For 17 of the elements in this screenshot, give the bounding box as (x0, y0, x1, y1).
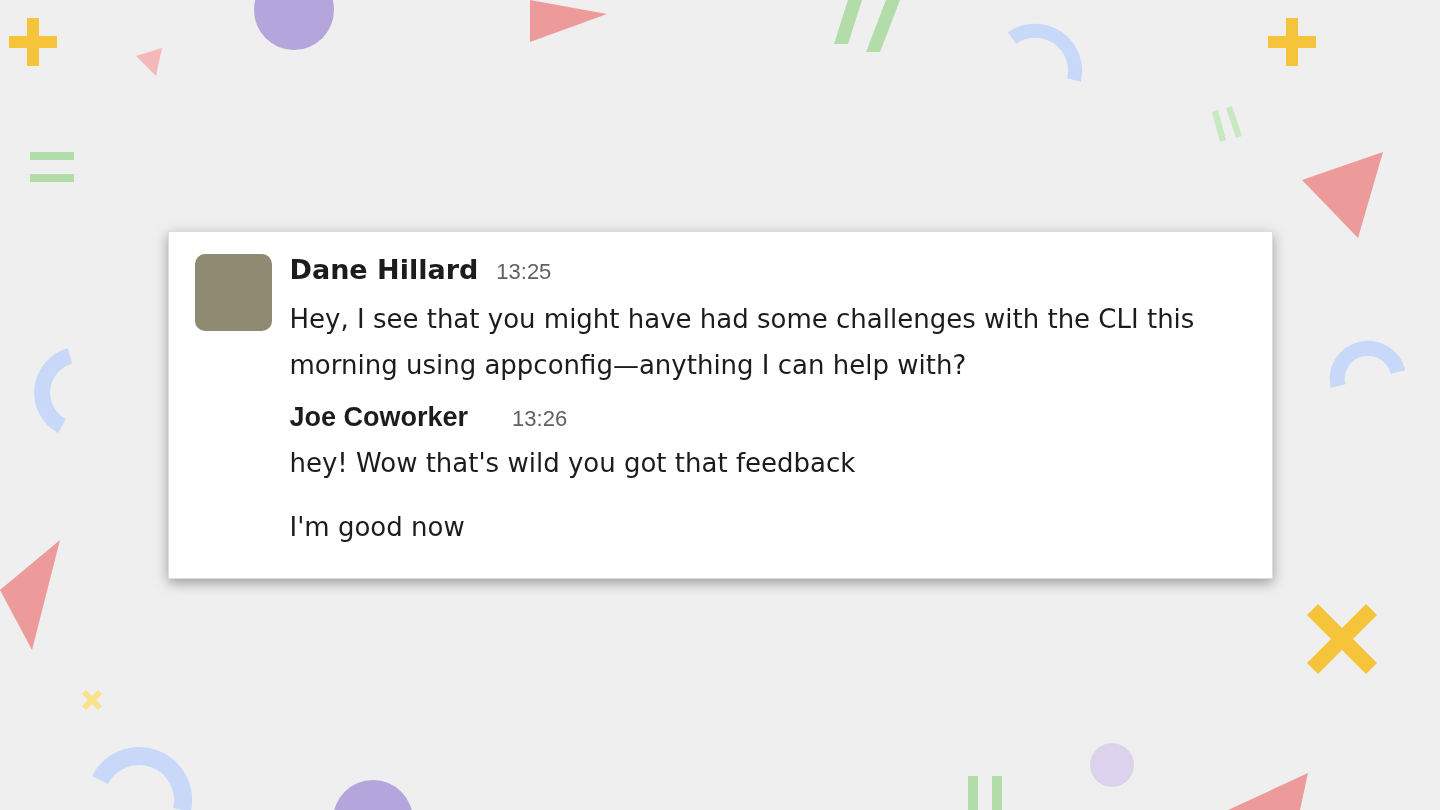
cross-shape (82, 690, 102, 710)
plus-shape (1268, 18, 1316, 66)
circle-shape (1090, 743, 1134, 787)
plus-shape (9, 18, 57, 66)
message-text: hey! Wow that's wild you got that feedback (289, 447, 857, 480)
double-bar-shape (834, 0, 900, 52)
double-bar-shape (1212, 106, 1242, 142)
double-bar-shape (968, 776, 1002, 810)
author-name[interactable]: Dane Hillard (289, 254, 479, 285)
timestamp: 13:25 (496, 259, 552, 285)
message-text: Hey, I see that you might have had some challenges with the CLI this morning using appconfig—anything I can help with? (289, 303, 1196, 382)
timestamp: 13:26 (512, 406, 568, 432)
message-text: I'm good now (289, 511, 466, 544)
author-name[interactable]: Joe Coworker (289, 402, 469, 433)
cross-shape (1307, 604, 1377, 674)
triangle-shape (136, 48, 162, 76)
double-bar-shape (30, 152, 74, 182)
